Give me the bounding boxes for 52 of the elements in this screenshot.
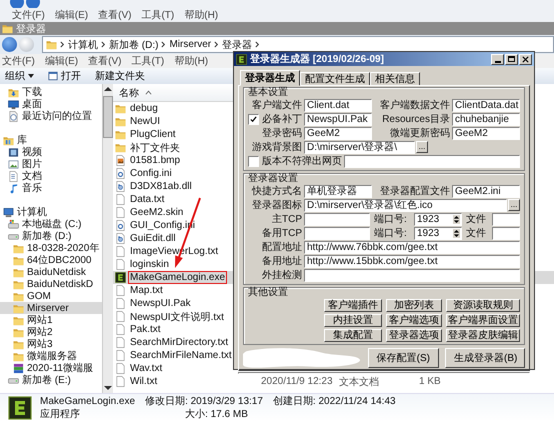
field-label: 登录器配置文件 [379, 186, 450, 198]
field-label: 客户端文件 [251, 100, 302, 112]
file-name: D3DX81ab.dll [129, 180, 193, 193]
field-label: 文件 [465, 214, 487, 226]
field-label: 主TCP [271, 214, 302, 226]
field-label: 游戏背景图 [251, 142, 302, 154]
file-name: MakeGameLogin.exe [40, 396, 136, 408]
file-name: NewUI [129, 115, 162, 128]
field-label: 必备补丁 [262, 114, 302, 126]
field-label: 登录器图标 [251, 200, 302, 212]
file-name: Pak.txt [129, 323, 162, 336]
field-label: 登录密码 [261, 128, 302, 140]
file-size: 大小: 17.6 MB [184, 408, 249, 420]
field-label: 微端更新密码 [389, 128, 450, 140]
file-name: debug [129, 102, 159, 115]
file-name: Map.txt [129, 284, 164, 297]
file-name: PlugClient [129, 128, 177, 141]
field-label: Resources目录 [381, 114, 450, 126]
file-name: GuiEdit.dll [129, 232, 177, 245]
file-name: SearchMirDirectory.txt [129, 336, 230, 349]
file-name: Data.txt [129, 193, 166, 206]
file-name: MakeGameLogin.exe [128, 271, 228, 284]
file-name: SearchMirFileName.txt [129, 349, 233, 362]
created-date: 创建日期: 2022/11/24 14:43 [272, 396, 396, 408]
dialog-title: 登录器生成器 [2019/02/26-09] [250, 52, 385, 66]
file-name: GeeM2.skin [129, 206, 184, 219]
group-title: 其他设置 [248, 287, 289, 298]
field-label: 备用地址 [261, 256, 302, 268]
window-title: 登录器 [16, 22, 46, 36]
field-label: 版本不符弹出网页 [262, 156, 342, 168]
file-type: 应用程序 [40, 408, 81, 420]
file-name: 01581.bmp [129, 154, 182, 167]
file-name: loginskin [129, 258, 170, 271]
field-label: 备用TCP [261, 228, 302, 240]
field-label: 配置地址 [261, 242, 302, 254]
field-label: 客户端数据文件 [379, 100, 450, 112]
field-label: 外挂检测 [261, 270, 302, 282]
file-name: Wav.txt [129, 362, 164, 375]
field-label: 文件 [465, 228, 487, 240]
file-date: 2020/11/9 12:23 [261, 376, 334, 387]
file-name: 补丁文件夹 [129, 142, 181, 156]
file-size: 1 KB [419, 376, 441, 387]
field-label: 端口号: [373, 214, 408, 226]
field-label: 端口号: [373, 228, 408, 240]
file-type: 文本文档 [339, 376, 380, 388]
file-name: NewspUI文件说明.txt [129, 310, 225, 324]
group-title: 登录器设置 [248, 173, 299, 184]
modified-date: 修改日期: 2019/3/29 13:17 [145, 396, 263, 408]
file-name: NewspUI.Pak [129, 297, 192, 310]
file-name: Wil.txt [129, 375, 158, 388]
field-label: 快捷方式名 [250, 186, 302, 198]
file-name: Config.ini [129, 167, 173, 180]
